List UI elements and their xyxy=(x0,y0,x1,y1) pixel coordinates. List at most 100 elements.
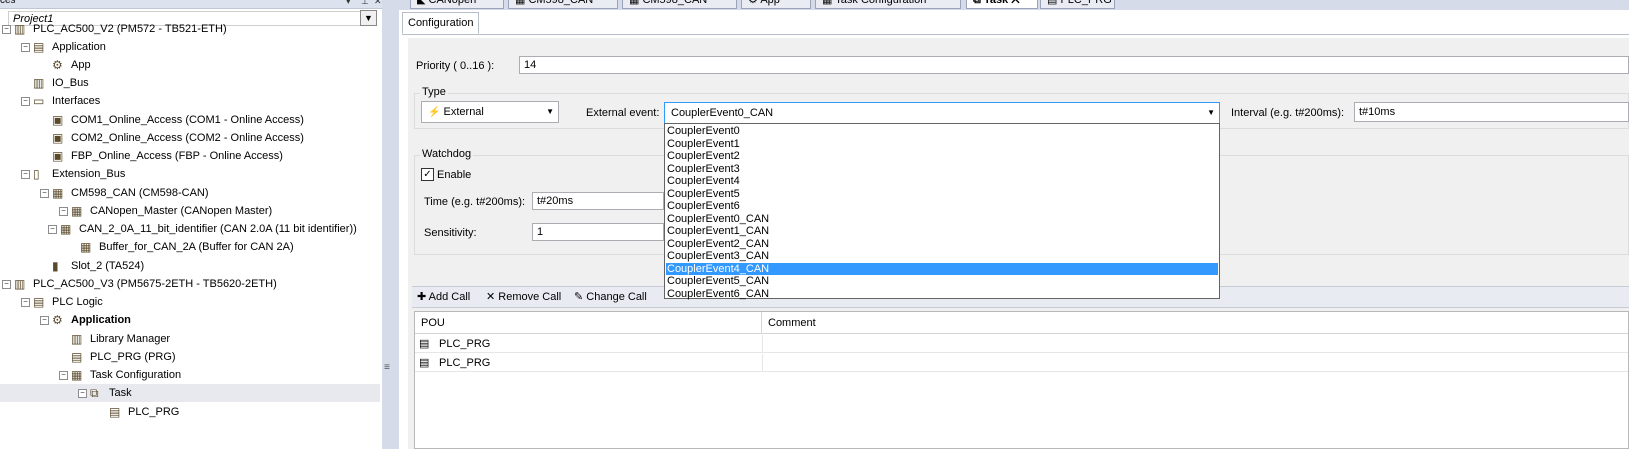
collapse-icon[interactable]: − xyxy=(2,25,11,34)
watchdog-time-input[interactable] xyxy=(532,192,664,210)
tree-item-label: PLC Logic xyxy=(52,296,103,308)
dropdown-option[interactable]: CouplerEvent4_CAN xyxy=(666,262,1218,275)
pin-icon[interactable]: ⊥ xyxy=(361,0,369,7)
table-row[interactable]: ▤ PLC_PRG xyxy=(415,335,1628,353)
tree-item[interactable]: − ▤ Application xyxy=(0,38,380,56)
collapse-icon[interactable]: − xyxy=(21,170,30,179)
module-icon: ▦ xyxy=(515,0,529,6)
collapse-icon[interactable]: − xyxy=(40,316,49,325)
panel-title: ces xyxy=(0,0,16,6)
close-icon[interactable]: ✕ xyxy=(1008,0,1019,6)
tab-document[interactable]: ▦ Task Configuration xyxy=(815,0,961,9)
dropdown-option[interactable]: CouplerEvent2_CAN xyxy=(666,238,1218,251)
enable-checkbox[interactable]: ✓ xyxy=(421,168,434,181)
collapse-icon[interactable]: − xyxy=(21,298,30,307)
tree-item-label: Task xyxy=(109,387,132,399)
dropdown-option[interactable]: CouplerEvent6_CAN xyxy=(666,288,1218,301)
enable-label: Enable xyxy=(437,169,472,181)
tree-item[interactable]: − ▥ PLC_AC500_V2 (PM572 - TB521-ETH) xyxy=(0,20,380,38)
tab-document[interactable]: ◣ CANopen xyxy=(410,0,504,9)
collapse-icon[interactable]: − xyxy=(40,189,49,198)
dropdown-option[interactable]: CouplerEvent2 xyxy=(666,150,1218,163)
collapse-icon[interactable]: − xyxy=(48,225,57,234)
dropdown-option[interactable]: CouplerEvent3 xyxy=(666,163,1218,176)
interval-input[interactable] xyxy=(1354,102,1629,122)
type-combo-value: External xyxy=(443,106,484,118)
dropdown-option[interactable]: CouplerEvent1_CAN xyxy=(666,225,1218,238)
tree-item[interactable]: − ▦ Task Configuration xyxy=(0,366,380,384)
dropdown-option[interactable]: CouplerEvent6 xyxy=(666,200,1218,213)
dropdown-option[interactable]: CouplerEvent3_CAN xyxy=(666,250,1218,263)
tree-item-label: PLC_PRG xyxy=(128,406,180,418)
tree-item-label: Extension_Bus xyxy=(52,168,126,180)
collapse-icon[interactable]: − xyxy=(21,43,30,52)
dropdown-option[interactable]: CouplerEvent4 xyxy=(666,175,1218,188)
external-event-combo[interactable]: CouplerEvent0_CAN ▼ xyxy=(664,102,1220,124)
change-call-button[interactable]: ✎ Change Call xyxy=(574,287,647,307)
tree-item[interactable]: − ▦ CM598_CAN (CM598-CAN) xyxy=(0,184,380,202)
tab-document[interactable]: ▦ CM598_CAN xyxy=(622,0,737,9)
row-pou-cell: PLC_PRG xyxy=(439,357,491,369)
tab-configuration[interactable]: Configuration xyxy=(402,12,480,34)
close-icon[interactable]: ✕ xyxy=(374,0,382,7)
tree-item[interactable]: ▤ PLC_PRG xyxy=(0,403,380,421)
tree-item[interactable]: − ▥ PLC_AC500_V3 (PM5675-2ETH - TB5620-2ET… xyxy=(0,275,380,293)
collapse-icon[interactable]: − xyxy=(21,97,30,106)
collapse-icon[interactable]: − xyxy=(59,371,68,380)
column-header-pou[interactable]: POU xyxy=(415,312,762,334)
tab-document[interactable]: ⧉ Task ✕ xyxy=(966,0,1038,9)
splitter[interactable] xyxy=(382,0,399,449)
tree-item[interactable]: − ▤ PLC Logic xyxy=(0,293,380,311)
chevron-down-icon: ▼ xyxy=(1207,108,1215,117)
tree-item[interactable]: − ▯ Extension_Bus xyxy=(0,165,380,183)
plc-icon: ▥ xyxy=(14,277,26,291)
tree-item[interactable]: − ⧉ Task xyxy=(0,384,380,402)
tree-item-label: CAN_2_0A_11_bit_identifier (CAN 2.0A (11… xyxy=(79,223,357,235)
dropdown-option[interactable]: CouplerEvent0 xyxy=(666,125,1218,138)
dropdown-option[interactable]: CouplerEvent1 xyxy=(666,138,1218,151)
dropdown-option[interactable]: CouplerEvent5_CAN xyxy=(666,275,1218,288)
tree-item-label: Interfaces xyxy=(52,95,101,107)
tree-item-label: PLC_AC500_V2 (PM572 - TB521-ETH) xyxy=(33,23,227,35)
tab-label: App xyxy=(760,0,780,6)
table-row[interactable]: ▤ PLC_PRG xyxy=(415,354,1628,372)
column-header-comment[interactable]: Comment xyxy=(762,312,1628,334)
interfaces-icon: ▭ xyxy=(33,94,45,108)
collapse-icon[interactable]: − xyxy=(59,207,68,216)
dropdown-option[interactable]: CouplerEvent0_CAN xyxy=(666,213,1218,226)
tree-item[interactable]: ▣ COM1_Online_Access (COM1 - Online Acces… xyxy=(0,111,380,129)
tree-item[interactable]: ▣ COM2_Online_Access (COM2 - Online Acces… xyxy=(0,129,380,147)
sensitivity-input[interactable] xyxy=(532,223,664,241)
tree-item[interactable]: − ▭ Interfaces xyxy=(0,92,380,110)
pou-call-icon: ▤ xyxy=(419,338,430,350)
dropdown-icon[interactable]: ▾ xyxy=(346,0,351,7)
tree-item[interactable]: ▣ FBP_Online_Access (FBP - Online Access) xyxy=(0,147,380,165)
online-access-icon: ▣ xyxy=(52,149,64,163)
module-icon: ▦ xyxy=(52,186,64,200)
tree-item[interactable]: − ⚙ Application xyxy=(0,311,380,329)
tab-document[interactable]: ▦ CM598_CAN xyxy=(508,0,618,9)
tree-item[interactable]: ▥ Library Manager xyxy=(0,330,380,348)
tab-document[interactable]: ⚙ App xyxy=(741,0,811,9)
tab-document[interactable]: ▤ PLC_PRG xyxy=(1040,0,1115,9)
collapse-icon[interactable]: − xyxy=(78,389,87,398)
type-combo[interactable]: ⚡ External ▼ xyxy=(421,101,559,123)
tree-item[interactable]: ⚙ App xyxy=(0,56,380,74)
task-config-icon: ▦ xyxy=(822,0,836,6)
task-icon: ⧉ xyxy=(90,386,99,400)
remove-call-button[interactable]: ✕ Remove Call xyxy=(486,287,561,307)
tree-item[interactable]: ▤ PLC_PRG (PRG) xyxy=(0,348,380,366)
tree-item[interactable]: ▦ Buffer_for_CAN_2A (Buffer for CAN 2A) xyxy=(0,238,380,256)
dropdown-option[interactable]: CouplerEvent5 xyxy=(666,188,1218,201)
collapse-icon[interactable]: − xyxy=(2,280,11,289)
grip-icon[interactable]: ≡ xyxy=(384,362,390,373)
tree-item[interactable]: − ▦ CAN_2_0A_11_bit_identifier (CAN 2.0A (… xyxy=(0,220,380,238)
tree-item[interactable]: − ▦ CANopen_Master (CANopen Master) xyxy=(0,202,380,220)
tree-item-label: Library Manager xyxy=(90,333,171,345)
tree-item[interactable]: ▮ Slot_2 (TA524) xyxy=(0,257,380,275)
priority-input[interactable] xyxy=(519,56,1629,74)
watchdog-group-label: Watchdog xyxy=(420,148,474,160)
add-call-button[interactable]: ✚ Add Call xyxy=(417,287,470,307)
external-event-value: CouplerEvent0_CAN xyxy=(671,107,774,119)
tree-item[interactable]: ▥ IO_Bus xyxy=(0,74,380,92)
